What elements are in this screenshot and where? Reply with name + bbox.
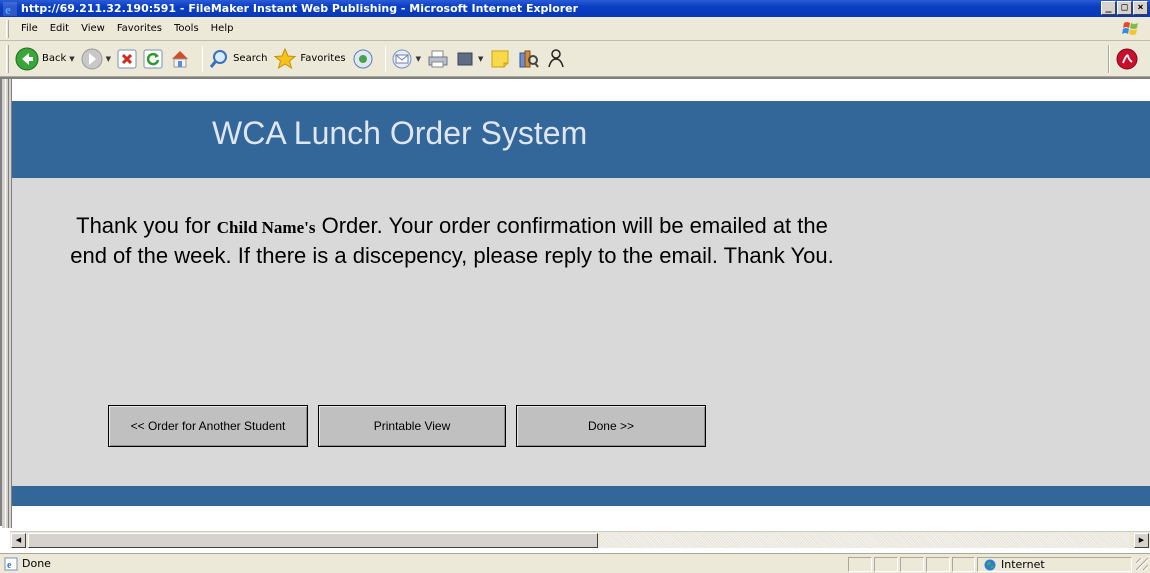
page-header: WCA Lunch Order System — [12, 101, 1150, 178]
menu-grip — [6, 19, 9, 38]
status-text: Done — [22, 557, 51, 570]
done-button[interactable]: Done >> — [516, 405, 706, 447]
status-panel — [874, 557, 898, 572]
confirmation-panel: Thank you for Child Name's Order. Your o… — [12, 178, 1150, 486]
svg-text:e: e — [7, 560, 12, 571]
toolbar-separator — [384, 45, 386, 72]
security-zone[interactable]: Internet — [977, 557, 1132, 572]
stop-icon — [117, 49, 137, 68]
favorites-label: Favorites — [300, 53, 346, 64]
toolbar: Back ▼ ▼ Search Favorites ▼ ▼ — [0, 41, 1150, 77]
printable-view-button[interactable]: Printable View — [318, 405, 506, 447]
edit-page-icon — [457, 52, 473, 65]
acrobat-pdf-icon[interactable] — [1116, 48, 1138, 70]
forward-button[interactable]: ▼ — [81, 48, 111, 70]
home-icon — [172, 50, 189, 67]
message-prefix: Thank you for — [76, 213, 217, 238]
favorites-button[interactable]: Favorites — [273, 47, 346, 71]
status-bar: e Done Internet — [0, 553, 1150, 573]
svg-text:e: e — [5, 2, 11, 16]
menu-tools[interactable]: Tools — [168, 23, 205, 34]
notes-button[interactable] — [489, 48, 511, 70]
sticky-note-icon — [491, 50, 509, 67]
print-button[interactable] — [427, 48, 449, 70]
back-arrow-icon — [15, 47, 39, 70]
mail-button[interactable]: ▼ — [391, 48, 421, 70]
toolbar-separator — [202, 45, 204, 72]
page-done-icon: e — [4, 557, 18, 571]
media-icon — [353, 49, 373, 68]
minimize-button[interactable]: _ — [1101, 1, 1116, 15]
mail-dropdown-icon[interactable]: ▼ — [416, 55, 421, 63]
maximize-button[interactable]: □ — [1117, 1, 1132, 15]
status-panel — [952, 557, 975, 572]
scroll-thumb[interactable] — [28, 533, 598, 548]
back-label: Back — [42, 53, 67, 64]
status-panel — [848, 557, 872, 572]
forward-arrow-icon — [81, 48, 103, 69]
forward-dropdown-icon[interactable]: ▼ — [106, 55, 111, 63]
child-name: Child Name's — [216, 218, 316, 237]
favorites-star-icon — [274, 47, 297, 69]
messenger-person-icon — [548, 48, 565, 67]
refresh-icon — [143, 49, 163, 68]
messenger-button[interactable] — [545, 48, 567, 70]
page-footer — [12, 486, 1150, 506]
frame-divider[interactable] — [2, 79, 12, 528]
search-label: Search — [233, 53, 268, 64]
window-title: http://69.211.32.190:591 - FileMaker Ins… — [21, 2, 579, 15]
status-panel — [926, 557, 950, 572]
mail-icon — [392, 49, 412, 68]
scroll-right-arrow-icon[interactable]: ▶ — [1134, 533, 1149, 548]
menu-edit[interactable]: Edit — [44, 23, 75, 34]
scroll-left-arrow-icon[interactable]: ◀ — [11, 533, 26, 548]
printer-icon — [428, 50, 448, 67]
search-icon — [209, 49, 228, 68]
refresh-button[interactable] — [143, 49, 163, 69]
menu-bar: File Edit View Favorites Tools Help — [0, 17, 1150, 41]
scroll-track[interactable] — [600, 533, 1130, 548]
menu-view[interactable]: View — [75, 23, 111, 34]
research-button[interactable] — [517, 48, 540, 70]
resize-grip-icon[interactable] — [1136, 558, 1148, 570]
horizontal-scrollbar[interactable]: ◀ ▶ — [10, 531, 1150, 548]
back-dropdown-icon[interactable]: ▼ — [69, 55, 74, 63]
order-another-student-button[interactable]: << Order for Another Student — [108, 405, 308, 447]
edit-button[interactable]: ▼ — [455, 49, 483, 69]
browser-viewport: WCA Lunch Order System Thank you for Chi… — [0, 77, 1150, 528]
stop-button[interactable] — [117, 49, 137, 69]
window-title-bar[interactable]: e http://69.211.32.190:591 - FileMaker I… — [0, 0, 1150, 17]
search-button[interactable]: Search — [208, 48, 267, 70]
menu-help[interactable]: Help — [205, 23, 240, 34]
confirmation-message: Thank you for Child Name's Order. Your o… — [57, 212, 847, 270]
status-panel — [900, 557, 924, 572]
page-title: WCA Lunch Order System — [212, 115, 588, 151]
zone-label: Internet — [1001, 558, 1045, 571]
toolbar-grip — [6, 44, 9, 73]
back-button[interactable]: Back ▼ — [15, 47, 75, 71]
home-button[interactable] — [169, 48, 191, 70]
research-books-icon — [519, 50, 540, 68]
close-button[interactable]: × — [1133, 1, 1148, 15]
edit-dropdown-icon[interactable]: ▼ — [478, 55, 483, 63]
toolbar-separator — [1108, 45, 1110, 73]
menu-file[interactable]: File — [15, 23, 44, 34]
globe-icon — [984, 559, 996, 570]
ie-icon: e — [3, 1, 17, 16]
menu-favorites[interactable]: Favorites — [111, 23, 168, 34]
windows-logo-icon — [1122, 22, 1138, 35]
media-button[interactable] — [352, 48, 374, 70]
